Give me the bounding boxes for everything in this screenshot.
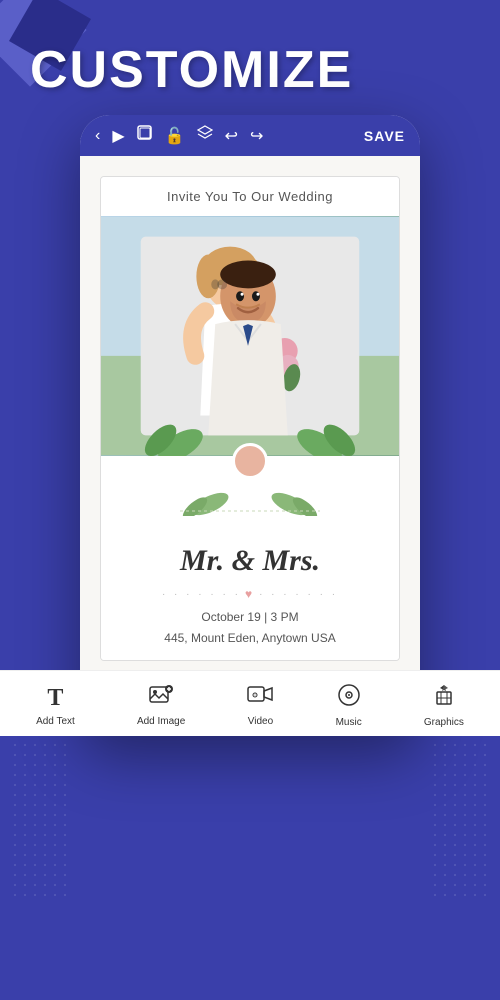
card-invite-text: Invite You To Our Wedding bbox=[101, 177, 399, 216]
card-names: Mr. & Mrs. bbox=[101, 524, 399, 583]
header: CUSTOMIZE bbox=[0, 0, 500, 115]
heart-icon: ♥ bbox=[245, 587, 255, 601]
undo-button[interactable]: ↩ bbox=[225, 126, 238, 146]
redo-button[interactable]: ↪ bbox=[250, 126, 263, 146]
leaf-decoration bbox=[101, 484, 399, 524]
video-icon bbox=[247, 684, 273, 712]
music-icon bbox=[337, 683, 361, 713]
page-title: CUSTOMIZE bbox=[30, 40, 470, 100]
floral-divider bbox=[101, 456, 399, 484]
add-image-icon bbox=[149, 684, 173, 712]
layers-button[interactable] bbox=[197, 125, 213, 146]
card-photo bbox=[101, 216, 399, 456]
video-button[interactable]: Video bbox=[247, 684, 273, 727]
phone-mockup: ‹ ▶ 🔓 ↩ ↪ SAVE Invit bbox=[0, 115, 500, 736]
save-button[interactable]: SAVE bbox=[364, 128, 405, 144]
back-button[interactable]: ‹ bbox=[95, 127, 100, 145]
add-image-label: Add Image bbox=[137, 716, 185, 727]
music-button[interactable]: Music bbox=[336, 683, 362, 728]
invitation-card: Invite You To Our Wedding bbox=[100, 176, 400, 661]
frames-button[interactable] bbox=[137, 125, 153, 146]
bottom-toolbar: T Add Text Add Image bbox=[80, 670, 420, 736]
editor-toolbar: ‹ ▶ 🔓 ↩ ↪ SAVE bbox=[80, 115, 420, 156]
card-location: 445, Mount Eden, Anytown USA bbox=[101, 629, 399, 660]
card-dots-divider: · · · · · · · ♥ · · · · · · · bbox=[101, 583, 399, 605]
phone-body: ‹ ▶ 🔓 ↩ ↪ SAVE Invit bbox=[80, 115, 420, 736]
card-date: October 19 | 3 PM bbox=[101, 605, 399, 629]
play-button[interactable]: ▶ bbox=[112, 126, 124, 146]
lock-button[interactable]: 🔓 bbox=[165, 126, 185, 146]
video-label: Video bbox=[248, 716, 273, 727]
music-label: Music bbox=[336, 717, 362, 728]
add-image-button[interactable]: Add Image bbox=[137, 684, 185, 727]
card-canvas: Invite You To Our Wedding bbox=[80, 156, 420, 736]
floral-circle bbox=[232, 443, 268, 479]
